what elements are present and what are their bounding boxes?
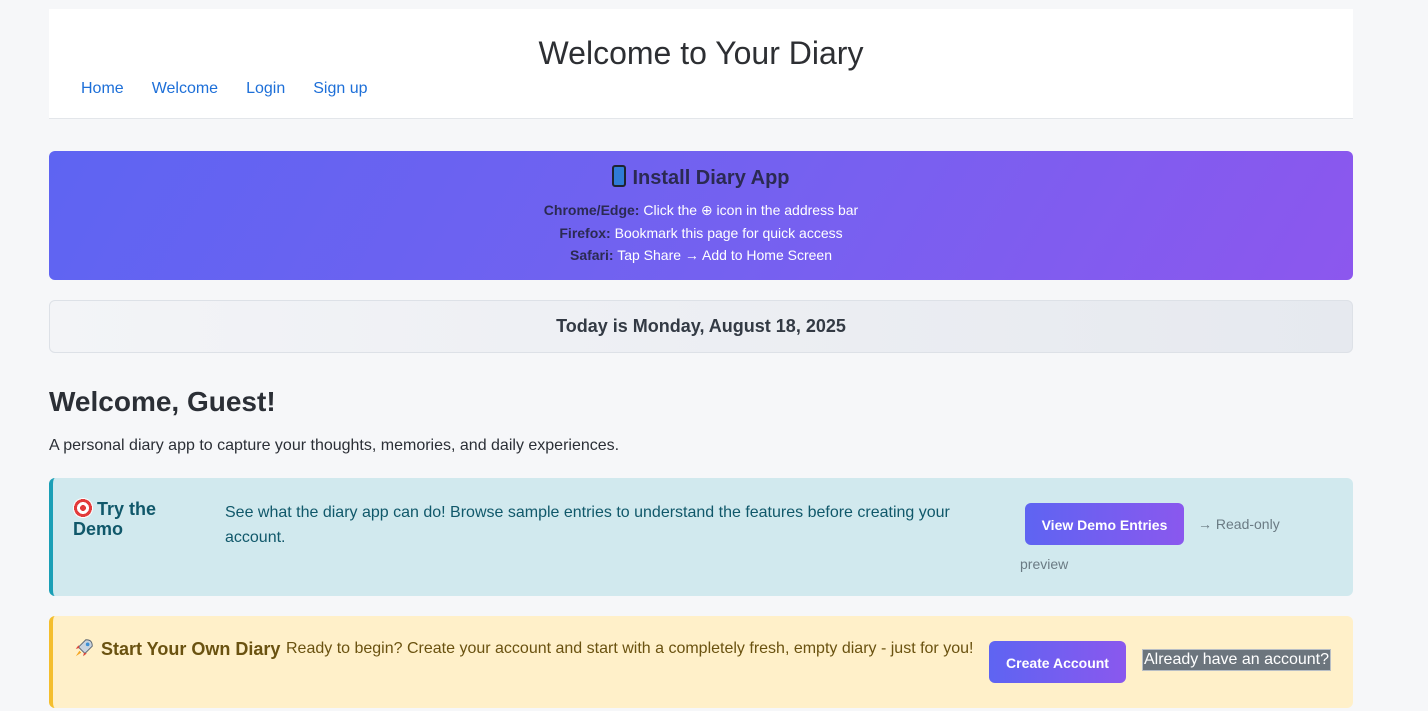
install-banner: Install Diary App Chrome/Edge: Click the… xyxy=(49,151,1353,280)
demo-title: Try the Demo xyxy=(73,498,203,539)
demo-card: Try the Demo See what the diary app can … xyxy=(49,478,1353,596)
mobile-phone-icon xyxy=(612,165,627,187)
main-nav: Home Welcome Login Sign up xyxy=(81,79,368,99)
demo-preview-note: preview xyxy=(1020,556,1069,572)
firefox-text: Bookmark this page for quick access xyxy=(614,225,843,241)
nav-home-link[interactable]: Home xyxy=(81,79,124,99)
nav-login-link[interactable]: Login xyxy=(246,79,285,99)
safari-label: Safari: xyxy=(569,247,614,263)
page: Welcome to Your Diary Home Welcome Login… xyxy=(0,0,1428,711)
site-title: Welcome to Your Diary xyxy=(538,35,864,71)
already-have-account-link[interactable]: Already have an account? xyxy=(1141,649,1332,671)
chrome-text: Click the ⊕ icon in the address bar xyxy=(643,202,859,218)
rocket-icon xyxy=(75,639,93,657)
install-title-text: Install Diary App xyxy=(632,167,790,189)
demo-readonly-note: → Read-only xyxy=(1198,516,1280,532)
view-demo-entries-button[interactable]: View Demo Entries xyxy=(1025,503,1184,545)
welcome-heading: Welcome, Guest! xyxy=(49,386,276,417)
chrome-label: Chrome/Edge: xyxy=(543,202,640,218)
install-safari-line: Safari: Tap Share → Add to Home Screen xyxy=(49,246,1353,264)
start-diary-card: Start Your Own Diary Ready to begin? Cre… xyxy=(49,616,1353,708)
target-icon xyxy=(73,498,93,518)
safari-text: Tap Share → Add to Home Screen xyxy=(617,247,832,263)
today-date-banner: Today is Monday, August 18, 2025 xyxy=(49,300,1353,353)
intro-text: A personal diary app to capture your tho… xyxy=(49,437,620,454)
nav-welcome-link[interactable]: Welcome xyxy=(152,79,218,99)
create-account-button[interactable]: Create Account xyxy=(989,641,1126,683)
firefox-label: Firefox: xyxy=(559,225,611,241)
site-header: Welcome to Your Diary Home Welcome Login… xyxy=(49,9,1353,119)
install-chrome-line: Chrome/Edge: Click the ⊕ icon in the add… xyxy=(49,201,1353,219)
start-description: Ready to begin? Create your account and … xyxy=(286,640,974,657)
nav-signup-link[interactable]: Sign up xyxy=(313,79,367,99)
install-firefox-line: Firefox: Bookmark this page for quick ac… xyxy=(49,224,1353,242)
start-title: Start Your Own Diary xyxy=(73,637,280,659)
install-title: Install Diary App xyxy=(49,165,1353,191)
start-title-text: Start Your Own Diary xyxy=(101,639,281,659)
demo-description: See what the diary app can do! Browse sa… xyxy=(225,504,950,546)
